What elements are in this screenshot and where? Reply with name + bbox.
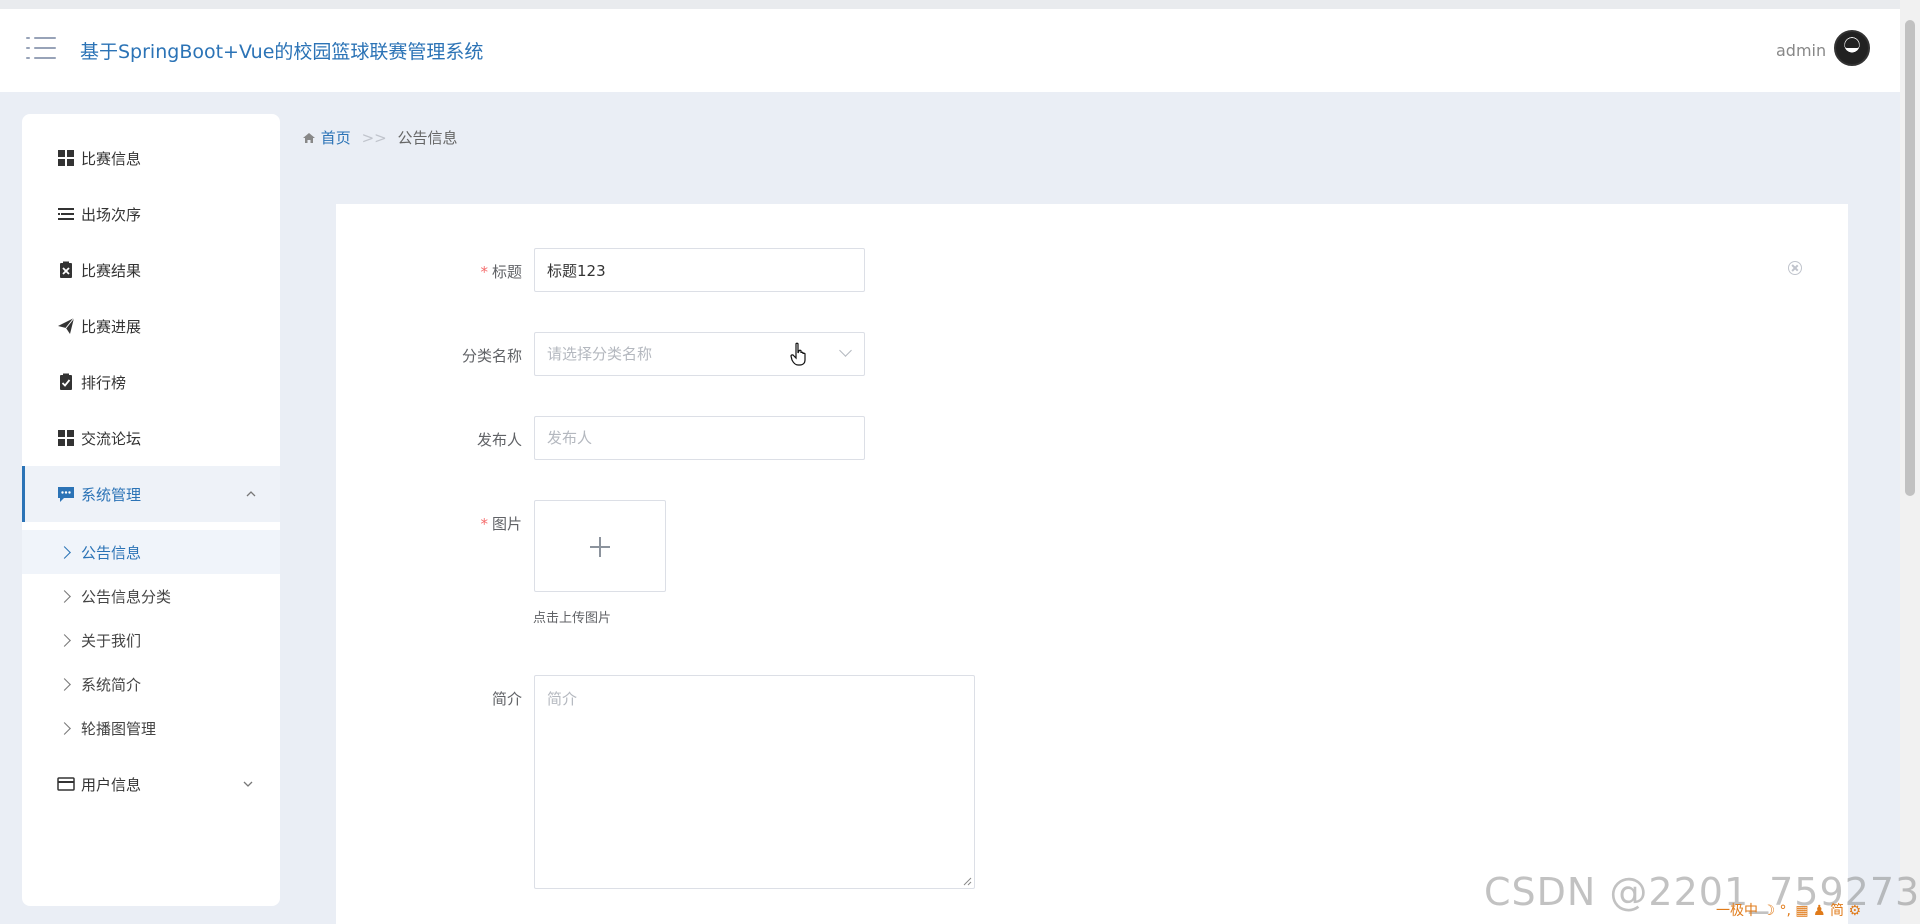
app-title: 基于SpringBoot+Vue的校园篮球联赛管理系统: [80, 41, 484, 63]
chevron-right-icon: [58, 677, 71, 691]
sidebar-item-label: 出场次序: [81, 205, 142, 224]
sidebar: 比赛信息 出场次序 比赛结果 比赛进展 排行榜 交流论坛 系统管理 公告信息 公…: [22, 114, 280, 906]
sidebar-item-match-info[interactable]: 比赛信息: [22, 130, 280, 186]
grid-icon: [58, 150, 74, 166]
top-header: 基于SpringBoot+Vue的校园篮球联赛管理系统 admin: [0, 0, 1900, 92]
breadcrumb-home-link[interactable]: 首页: [321, 129, 351, 147]
publisher-input[interactable]: [534, 416, 865, 460]
avatar[interactable]: [1834, 30, 1870, 66]
title-label: * 标题: [480, 263, 522, 281]
sidebar-subitem-system-intro[interactable]: 系统简介: [22, 662, 280, 706]
title-input[interactable]: [534, 248, 865, 292]
chevron-down-icon: [243, 781, 253, 787]
sidebar-item-label: 比赛进展: [81, 317, 142, 336]
chevron-right-icon: [58, 721, 71, 735]
sidebar-item-match-progress[interactable]: 比赛进展: [22, 298, 280, 354]
image-upload-button[interactable]: [534, 500, 666, 592]
chevron-right-icon: [58, 589, 71, 603]
sidebar-item-label: 排行榜: [81, 373, 127, 392]
card-icon: [57, 777, 75, 791]
sidebar-item-forum[interactable]: 交流论坛: [22, 410, 280, 466]
sidebar-item-system-management[interactable]: 系统管理: [22, 466, 280, 522]
sidebar-item-label: 用户信息: [81, 775, 142, 794]
close-icon[interactable]: [1788, 261, 1802, 275]
sidebar-item-label: 比赛结果: [81, 261, 142, 280]
sidebar-subitem-label: 公告信息分类: [81, 587, 172, 606]
sidebar-item-label: 交流论坛: [81, 429, 142, 448]
page-scrollbar-thumb[interactable]: [1905, 20, 1915, 496]
paper-plane-icon: [58, 317, 75, 334]
sidebar-subitem-announcement-category[interactable]: 公告信息分类: [22, 574, 280, 618]
list-icon: [58, 208, 74, 220]
sidebar-item-label: 系统管理: [81, 485, 142, 504]
sidebar-subitem-label: 轮播图管理: [81, 719, 157, 738]
sidebar-subitem-about-us[interactable]: 关于我们: [22, 618, 280, 662]
form-panel: *标题 分类名称 发布人 *图片 点击上传图片 简介: [336, 204, 1848, 924]
intro-textarea[interactable]: [534, 675, 975, 889]
chat-icon: [58, 487, 74, 502]
sidebar-item-appearance-order[interactable]: 出场次序: [22, 186, 280, 242]
publisher-label: 发布人: [476, 431, 522, 449]
chevron-up-icon: [246, 491, 256, 497]
chevron-right-icon: [58, 633, 71, 647]
resize-grip-icon[interactable]: [962, 876, 972, 886]
hand-cursor-icon: [790, 342, 806, 366]
sidebar-item-label: 比赛信息: [81, 149, 142, 168]
sidebar-subitem-carousel-management[interactable]: 轮播图管理: [22, 706, 280, 750]
sidebar-item-leaderboard[interactable]: 排行榜: [22, 354, 280, 410]
sidebar-subitem-announcements[interactable]: 公告信息: [22, 530, 280, 574]
category-label: 分类名称: [461, 347, 522, 365]
grid-icon: [58, 430, 74, 446]
menu-toggle-icon[interactable]: [26, 35, 56, 61]
chevron-right-icon: [58, 545, 71, 559]
clipboard-x-icon: [60, 261, 72, 278]
category-select-input[interactable]: [534, 332, 865, 376]
username-label[interactable]: admin: [1776, 41, 1826, 60]
breadcrumb-current: 公告信息: [397, 129, 458, 147]
sidebar-item-match-result[interactable]: 比赛结果: [22, 242, 280, 298]
upload-tip: 点击上传图片: [533, 611, 612, 626]
sidebar-item-user-info[interactable]: 用户信息: [22, 756, 280, 812]
ime-toolbar[interactable]: 一极中 ☽ °, ▦ ♟ 简 ⚙: [1716, 900, 1861, 920]
home-icon: [303, 133, 315, 143]
sidebar-subitem-label: 关于我们: [81, 631, 142, 650]
breadcrumb: 首页 >> 公告信息: [302, 127, 458, 148]
intro-label: 简介: [491, 690, 522, 708]
sidebar-subitem-label: 公告信息: [81, 543, 142, 562]
breadcrumb-separator: >>: [361, 129, 387, 147]
clipboard-check-icon: [60, 373, 72, 390]
category-select[interactable]: [534, 332, 865, 376]
image-label: * 图片: [480, 515, 522, 533]
sidebar-subitem-label: 系统简介: [81, 675, 142, 694]
